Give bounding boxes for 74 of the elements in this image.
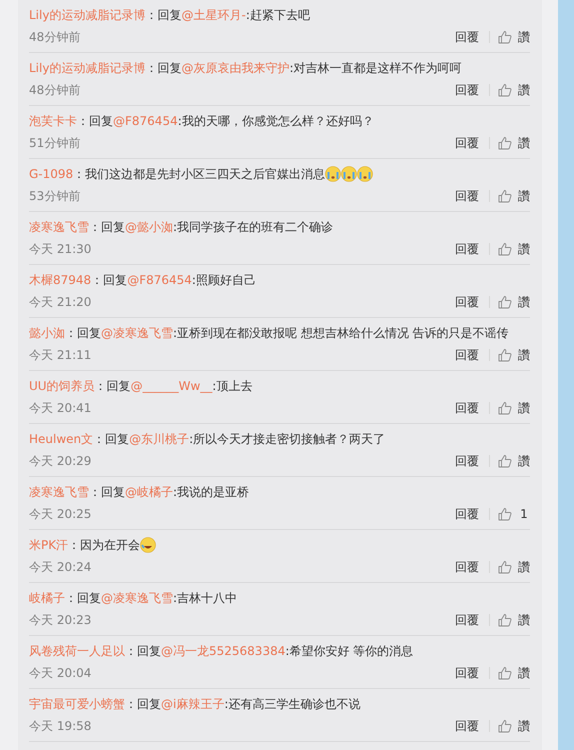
thumbs-up-icon[interactable] bbox=[498, 401, 512, 415]
comment-time: 今天 20:25 bbox=[29, 506, 92, 522]
thumbs-up-icon[interactable] bbox=[498, 348, 512, 362]
comment-time: 今天 21:11 bbox=[29, 346, 92, 364]
reply-link[interactable]: 回覆 bbox=[455, 28, 479, 46]
comment-time: 48分钟前 bbox=[29, 28, 80, 46]
comment-text: ：因为在开会 bbox=[68, 536, 140, 554]
comment-text: ：回复@土星环月-:赶紧下去吧 bbox=[145, 6, 310, 24]
like-link[interactable]: 讚 bbox=[518, 134, 530, 152]
like-link[interactable]: 讚 bbox=[518, 452, 530, 470]
thumbs-up-icon[interactable] bbox=[498, 136, 512, 150]
thumbs-up-icon[interactable] bbox=[498, 613, 512, 627]
thumbs-up-icon[interactable] bbox=[498, 719, 512, 733]
comment-time: 今天 20:04 bbox=[29, 664, 92, 682]
comment-time: 今天 20:24 bbox=[29, 558, 92, 576]
like-link[interactable]: 讚 bbox=[518, 240, 530, 258]
comment-time: 48分钟前 bbox=[29, 82, 80, 98]
comment-time: 今天 20:41 bbox=[29, 400, 92, 416]
comment-text: ：回复@凌寒逸飞雪:吉林十八中 bbox=[65, 590, 238, 606]
reply-link[interactable]: 回覆 bbox=[455, 558, 479, 576]
comment-text: ：回复@懿小洳:我同学孩子在的班有二个确诊 bbox=[89, 218, 334, 236]
thumbs-up-icon[interactable] bbox=[498, 242, 512, 256]
comment-time: 今天 21:20 bbox=[29, 294, 92, 310]
like-link[interactable]: 讚 bbox=[518, 612, 530, 628]
thumbs-up-icon[interactable] bbox=[498, 189, 512, 203]
comment-text: ：回复@F876454:照顾好自己 bbox=[91, 272, 256, 288]
reply-link[interactable]: 回覆 bbox=[455, 612, 479, 628]
reply-link[interactable]: 回覆 bbox=[455, 664, 479, 682]
reply-link[interactable]: 回覆 bbox=[455, 188, 479, 204]
comment-time: 今天 19:58 bbox=[29, 718, 92, 734]
thumbs-up-icon[interactable] bbox=[498, 666, 512, 680]
reply-link[interactable]: 回覆 bbox=[455, 506, 479, 522]
crying-emoji-icon bbox=[341, 166, 358, 182]
reply-link[interactable]: 回覆 bbox=[455, 400, 479, 416]
reply-link[interactable]: 回覆 bbox=[455, 294, 479, 310]
comment-text: ：回复@冯一龙5525683384:希望你安好 等你的消息 bbox=[125, 642, 414, 660]
like-link[interactable]: 讚 bbox=[518, 82, 530, 98]
comment-time: 今天 20:23 bbox=[29, 612, 92, 628]
like-link[interactable]: 讚 bbox=[518, 294, 530, 310]
reply-link[interactable]: 回覆 bbox=[455, 346, 479, 364]
thumbs-up-icon[interactable] bbox=[498, 454, 512, 468]
reply-link[interactable]: 回覆 bbox=[455, 240, 479, 258]
reply-link[interactable]: 回覆 bbox=[455, 134, 479, 152]
like-link[interactable]: 讚 bbox=[518, 558, 530, 576]
like-link[interactable]: 讚 bbox=[518, 346, 530, 364]
like-link[interactable]: 讚 bbox=[518, 664, 530, 682]
like-link[interactable]: 讚 bbox=[518, 188, 530, 204]
comment-text: ：回复@凌寒逸飞雪:亚桥到现在都没敢报呢 想想吉林给什么情况 告诉的只是不谣传 bbox=[65, 324, 509, 342]
like-link[interactable]: 讚 bbox=[518, 718, 530, 734]
comment-time: 53分钟前 bbox=[29, 188, 80, 204]
like-link[interactable]: 讚 bbox=[518, 28, 530, 46]
comment-time: 今天 20:29 bbox=[29, 452, 92, 470]
crying-emoji-icon bbox=[325, 166, 342, 182]
thumbs-up-icon[interactable] bbox=[498, 507, 512, 521]
reply-link[interactable]: 回覆 bbox=[455, 452, 479, 470]
reply-link[interactable]: 回覆 bbox=[455, 82, 479, 98]
thumbs-up-icon[interactable] bbox=[498, 83, 512, 97]
reply-link[interactable]: 回覆 bbox=[455, 718, 479, 734]
comment-text: ：回复@灰原哀由我来守护:对吉林一直都是这样不作为呵呵 bbox=[145, 60, 462, 76]
comment-text: ：回复@F876454:我的天哪，你感觉怎么样？还好吗？ bbox=[77, 112, 374, 130]
comment-text: ：回复@i麻辣王子:还有高三学生确诊也不说 bbox=[125, 696, 360, 712]
thumbs-up-icon[interactable] bbox=[498, 30, 512, 44]
comment-text: ：回复@______Ww__:顶上去 bbox=[94, 378, 252, 394]
comment-time: 51分钟前 bbox=[29, 134, 80, 152]
comment-time: 今天 21:30 bbox=[29, 240, 92, 258]
comment-text: ：回复@东川桃子:所以今天才接走密切接触者？两天了 bbox=[93, 430, 386, 448]
thumbs-up-icon[interactable] bbox=[498, 295, 512, 309]
like-link[interactable]: 讚 bbox=[518, 400, 530, 416]
comment-text: ：回复@岐橘子:我说的是亚桥 bbox=[89, 484, 250, 500]
comment-text: ：我们这边都是先封小区三四天之后官媒出消息 bbox=[73, 166, 326, 182]
thumbs-up-icon[interactable] bbox=[498, 560, 512, 574]
laughing-emoji-icon bbox=[140, 537, 156, 553]
like-link[interactable]: 1 bbox=[518, 507, 530, 521]
crying-emoji-icon bbox=[357, 166, 374, 182]
